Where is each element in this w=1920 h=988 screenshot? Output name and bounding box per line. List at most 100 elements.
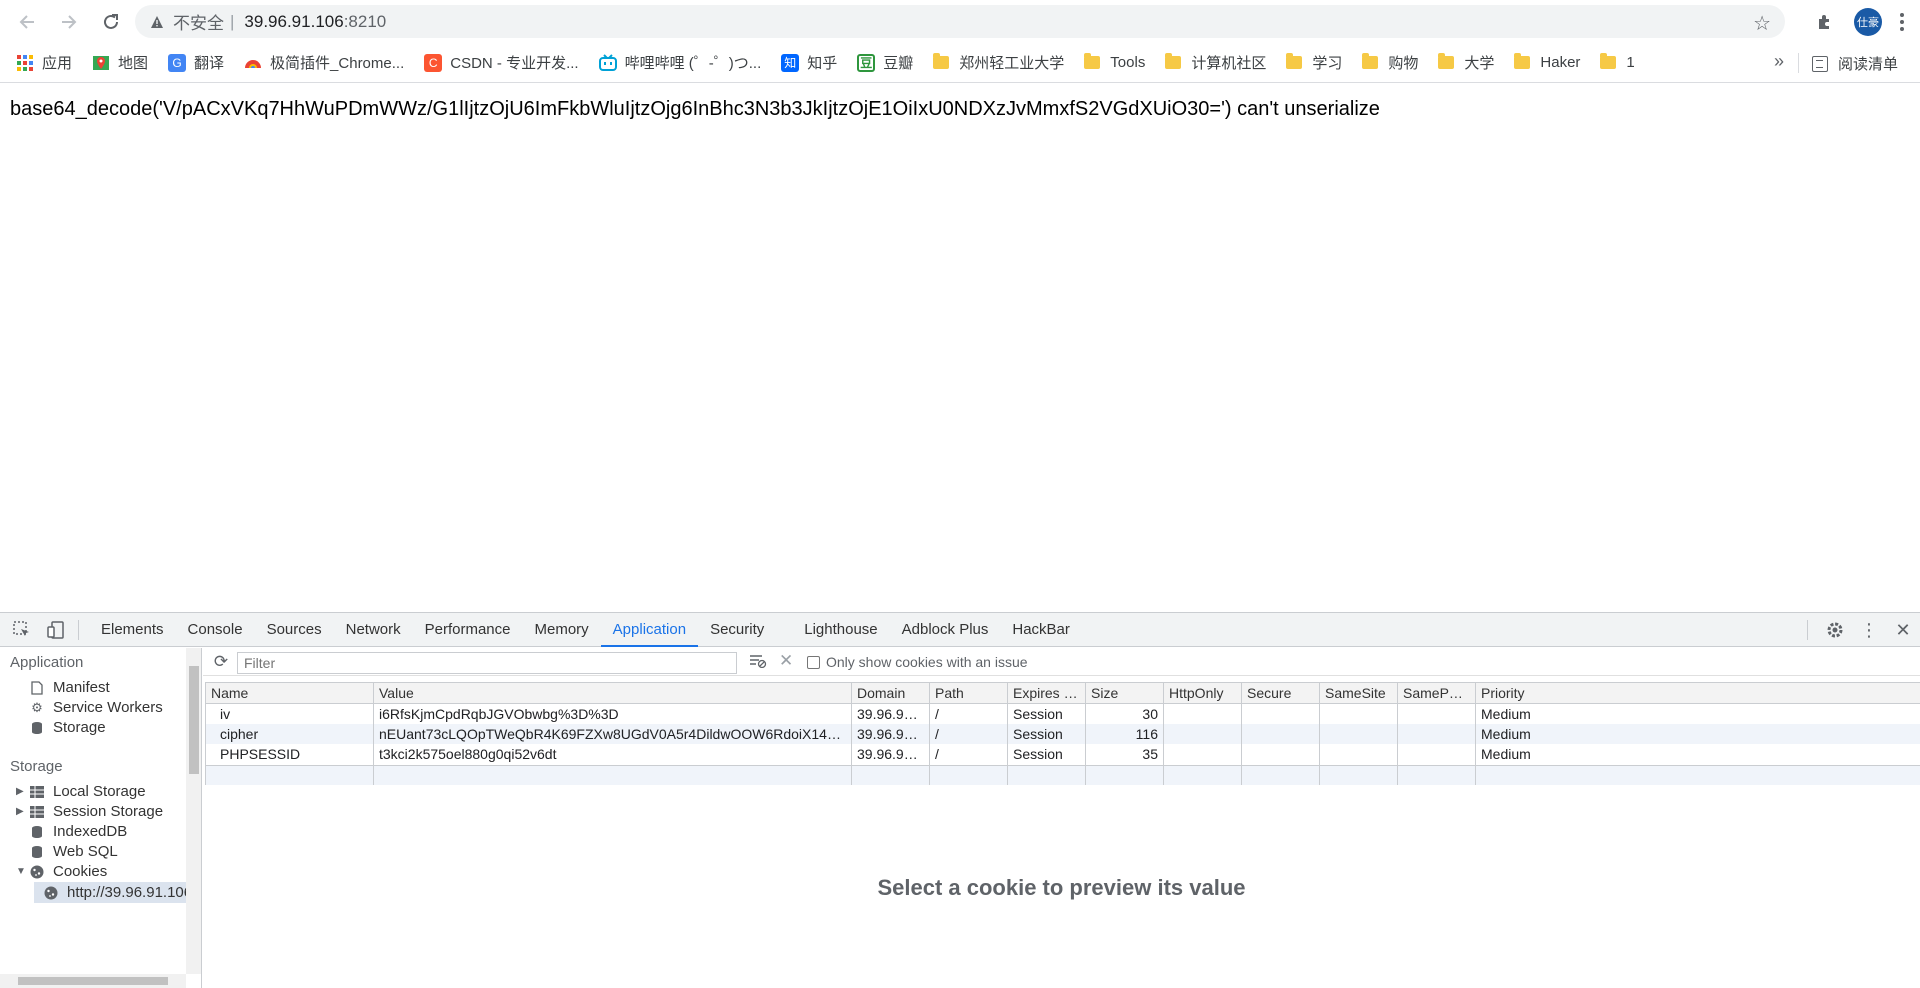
tab-adblock-plus[interactable]: Adblock Plus xyxy=(890,613,1001,647)
bookmark-douban[interactable]: 豆 豆瓣 xyxy=(857,52,913,73)
bookmark-folder[interactable]: 郑州轻工业大学 xyxy=(933,52,1064,73)
table-row[interactable]: PHPSESSID t3kci2k575oel880g0qi52v6dt 39.… xyxy=(206,744,1920,765)
filter-input[interactable]: Filter xyxy=(237,652,737,674)
tab-sources[interactable]: Sources xyxy=(255,613,334,647)
page-content: base64_decode('V/pACxVKq7HhWuPDmWWz/G1lI… xyxy=(0,84,1920,612)
column-header-path[interactable]: Path xyxy=(930,683,1008,704)
browser-menu-icon[interactable] xyxy=(1890,5,1914,39)
bookmark-label: 豆瓣 xyxy=(883,52,913,73)
column-header-expires[interactable]: Expires / ... xyxy=(1008,683,1086,704)
cookie-icon xyxy=(30,865,44,879)
tab-console[interactable]: Console xyxy=(176,613,255,647)
bookmark-csdn[interactable]: C CSDN - 专业开发... xyxy=(424,52,578,73)
bookmark-folder[interactable]: 1 xyxy=(1600,54,1634,71)
back-arrow-icon[interactable] xyxy=(12,7,42,37)
bookmark-folder[interactable]: 大学 xyxy=(1438,52,1494,73)
extensions-puzzle-icon[interactable] xyxy=(1808,5,1842,39)
reading-list-button[interactable]: 阅读清单 xyxy=(1812,53,1898,74)
folder-icon xyxy=(1286,56,1302,69)
tab-performance[interactable]: Performance xyxy=(413,613,523,647)
bookmark-label: 学习 xyxy=(1312,52,1342,73)
close-devtools-icon[interactable]: ✕ xyxy=(1886,613,1920,647)
cookie-secure xyxy=(1242,744,1320,765)
bookmarks-divider xyxy=(1798,53,1799,73)
folder-icon xyxy=(933,56,949,69)
table-row[interactable]: cipher nEUant73cLQOpTWeQbR4K69FZXw8UGdV0… xyxy=(206,724,1920,745)
bookmark-bilibili[interactable]: 哔哩哔哩 (゜-゜)つ... xyxy=(599,52,762,73)
column-header-sameparty[interactable]: SameParty xyxy=(1398,683,1476,704)
sidebar-item-cookie-origin[interactable]: http://39.96.91.106:8210 xyxy=(34,882,202,903)
table-row[interactable]: iv i6RfsKjmCpdRqbJGVObwbg%3D%3D 39.96.91… xyxy=(206,703,1920,724)
bookmark-folder[interactable]: 学习 xyxy=(1286,52,1342,73)
bookmark-zhihu[interactable]: 知 知乎 xyxy=(781,52,837,73)
bookmark-maps[interactable]: 地图 xyxy=(92,52,148,73)
column-header-domain[interactable]: Domain xyxy=(852,683,930,704)
collapse-triangle-icon[interactable]: ▼ xyxy=(16,866,26,877)
tab-security[interactable]: Security xyxy=(698,613,776,647)
bookmark-label: 郑州轻工业大学 xyxy=(959,52,1064,73)
bookmark-chrome-plugin[interactable]: 极简插件_Chrome... xyxy=(244,52,404,73)
settings-gear-icon[interactable] xyxy=(1818,613,1852,647)
sidebar-item-local-storage[interactable]: ▶ Local Storage xyxy=(30,783,146,800)
sidebar-item-label: Local Storage xyxy=(53,783,146,800)
forward-arrow-icon[interactable] xyxy=(54,7,84,37)
only-issue-checkbox[interactable]: Only show cookies with an issue xyxy=(807,654,1028,670)
tab-lighthouse[interactable]: Lighthouse xyxy=(792,613,889,647)
checkbox-box[interactable] xyxy=(807,656,820,669)
cookie-name: PHPSESSID xyxy=(206,744,374,765)
bookmark-folder[interactable]: Haker xyxy=(1514,54,1580,71)
tab-network[interactable]: Network xyxy=(334,613,413,647)
tab-application[interactable]: Application xyxy=(601,613,698,647)
bookmark-folder[interactable]: 计算机社区 xyxy=(1165,52,1266,73)
profile-avatar[interactable]: 仕豪 xyxy=(1854,8,1882,36)
device-toolbar-icon[interactable] xyxy=(44,618,68,642)
bookmarks-overflow-chevron-icon[interactable]: » xyxy=(1774,51,1784,72)
sidebar-item-session-storage[interactable]: ▶ Session Storage xyxy=(30,803,163,820)
bookmark-label: 计算机社区 xyxy=(1191,52,1266,73)
reload-icon[interactable] xyxy=(96,7,126,37)
sidebar-item-indexeddb[interactable]: IndexedDB xyxy=(30,823,127,840)
cookie-value: nEUant73cLQOpTWeQbR4K69FZXw8UGdV0A5r4Dil… xyxy=(374,724,852,745)
inspect-element-icon[interactable] xyxy=(10,618,34,642)
column-header-secure[interactable]: Secure xyxy=(1242,683,1320,704)
devtools-menu-icon[interactable]: ⋮ xyxy=(1852,613,1886,647)
sidebar-horizontal-scrollbar[interactable] xyxy=(0,974,186,988)
column-header-httponly[interactable]: HttpOnly xyxy=(1164,683,1242,704)
bookmark-folder[interactable]: 购物 xyxy=(1362,52,1418,73)
sidebar-item-label: Web SQL xyxy=(53,843,118,860)
tab-elements[interactable]: Elements xyxy=(89,613,176,647)
sidebar-item-label: http://39.96.91.106:8210 xyxy=(67,884,202,901)
clear-filtered-cookies-icon[interactable] xyxy=(749,654,767,671)
bookmark-star-icon[interactable]: ☆ xyxy=(1753,11,1771,36)
sidebar-item-web-sql[interactable]: Web SQL xyxy=(30,843,118,860)
bookmark-label: 大学 xyxy=(1464,52,1494,73)
column-header-samesite[interactable]: SameSite xyxy=(1320,683,1398,704)
folder-icon xyxy=(1084,56,1100,69)
expand-triangle-icon[interactable]: ▶ xyxy=(16,786,24,797)
sidebar-item-manifest[interactable]: Manifest xyxy=(30,679,110,696)
bookmark-apps[interactable]: 应用 xyxy=(16,52,72,73)
cookie-size: 30 xyxy=(1086,703,1164,724)
address-bar[interactable]: 不安全 | 39.96.91.106 :8210 ☆ xyxy=(135,5,1785,38)
cookie-size: 116 xyxy=(1086,724,1164,745)
column-header-size[interactable]: Size xyxy=(1086,683,1164,704)
column-header-priority[interactable]: Priority xyxy=(1476,683,1920,704)
folder-icon xyxy=(1362,56,1378,69)
tab-memory[interactable]: Memory xyxy=(523,613,601,647)
sidebar-item-storage[interactable]: Storage xyxy=(30,719,106,736)
cookie-size: 35 xyxy=(1086,744,1164,765)
sidebar-vertical-scrollbar[interactable] xyxy=(186,648,202,974)
column-header-name[interactable]: Name xyxy=(206,683,374,704)
sidebar-item-service-workers[interactable]: ⚙ Service Workers xyxy=(30,699,163,716)
column-header-value[interactable]: Value xyxy=(374,683,852,704)
expand-triangle-icon[interactable]: ▶ xyxy=(16,806,24,817)
sidebar-item-cookies[interactable]: ▼ Cookies xyxy=(30,863,107,880)
bookmark-translate[interactable]: G 翻译 xyxy=(168,52,224,73)
tab-hackbar[interactable]: HackBar xyxy=(1000,613,1082,647)
sidebar-item-label: Manifest xyxy=(53,679,110,696)
cookie-httponly xyxy=(1164,703,1242,724)
bookmark-folder[interactable]: Tools xyxy=(1084,54,1145,71)
refresh-icon[interactable]: ⟳ xyxy=(211,652,231,672)
sidebar-item-label: Session Storage xyxy=(53,803,163,820)
delete-selected-icon[interactable]: ✕ xyxy=(779,651,793,671)
